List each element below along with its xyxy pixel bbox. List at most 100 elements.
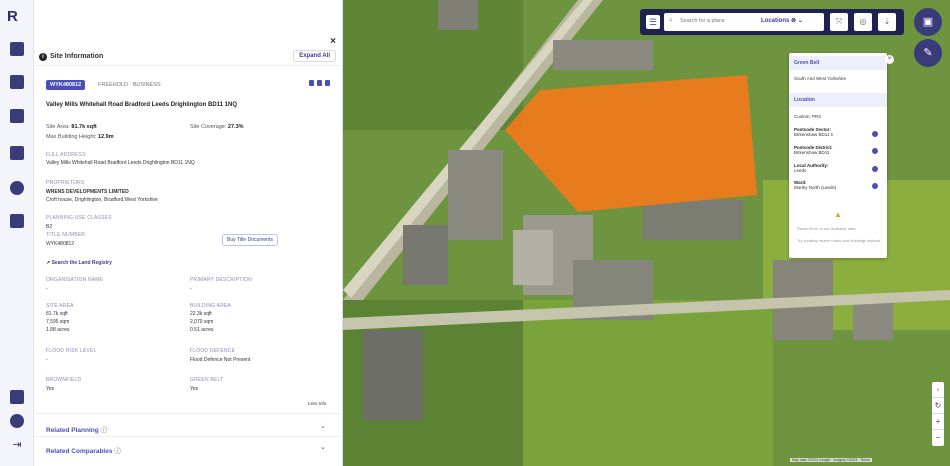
info-icon: ⓘ — [114, 448, 121, 455]
planning-use-value: B2 — [46, 224, 53, 230]
grid-view-icon[interactable]: ☰ — [646, 15, 660, 29]
close-panel-button[interactable]: × — [330, 36, 336, 47]
flood-risk-label: FLOOD RISK LEVEL — [46, 348, 97, 354]
related-planning-toggle[interactable]: Related Planning ⓘ — [46, 424, 107, 434]
play-icon[interactable] — [10, 390, 24, 404]
location-header: Location — [789, 93, 887, 107]
close-popup-button[interactable]: × — [885, 55, 894, 64]
buy-title-documents-button[interactable]: Buy Title Documents — [222, 234, 278, 246]
flood-defence-value: Flood Defence Not Present — [190, 357, 251, 363]
flood-risk-value: - — [46, 357, 48, 363]
site-address-title: Valley Mills Whitehall Road Bradford Lee… — [46, 102, 238, 108]
building-area-acres: 0.51 acres — [190, 327, 214, 333]
feedback-icon[interactable] — [10, 414, 24, 428]
map-attribution: Map data ©2024 Google · Imagery ©2024 · … — [790, 458, 872, 462]
green-belt-header: Green Belt — [789, 56, 887, 70]
locations-label: Locations — [761, 18, 790, 24]
less-info-button[interactable]: Less Info — [308, 401, 326, 406]
flood-defence-label: FLOOD DEFENCE — [190, 348, 236, 354]
info-icon[interactable] — [872, 166, 878, 172]
site-area2-sqm: 7,595 sqm — [46, 319, 70, 325]
document-icon[interactable] — [309, 80, 314, 86]
postcode-sector: Postcode Sector: Birkenshaw BD11 1 — [794, 127, 833, 137]
title-number-value: WYK480812 — [46, 241, 75, 247]
tenure-label: FREEHOLD · BUSINESS — [98, 82, 161, 88]
related-planning-label: Related Planning — [46, 427, 99, 434]
site-area-stat: Site Area: 81.7k sqft — [46, 124, 97, 130]
ward: Ward: Morley North (Leeds) — [794, 180, 836, 190]
divider — [34, 436, 343, 437]
green-belt-value: South And West Yorkshire — [794, 76, 846, 81]
app-logo[interactable]: R — [7, 8, 18, 25]
left-rail: R ⇥ — [0, 0, 34, 466]
site-area2-sqft: 81.7k sqft — [46, 311, 68, 317]
postcode-district: Postcode District: Birkenshaw BD11 — [794, 145, 833, 155]
divider — [34, 413, 343, 414]
camera-icon[interactable]: ▣ — [914, 8, 942, 36]
map-toolbar: ☰ ⌕ Locations ⊗ ⌄ ⤧ ◎ ⇣ — [640, 9, 904, 35]
local-authority-value: Leeds — [794, 168, 807, 173]
info-icon: i — [39, 53, 47, 61]
calendar-icon[interactable] — [10, 214, 24, 228]
chevron-down-icon[interactable]: ⌄ — [320, 443, 326, 451]
max-height-value: 12.9m — [97, 134, 114, 140]
rotate-icon[interactable]: ↻ — [932, 398, 944, 414]
primary-desc-label: PRIMARY DESCRIPTION — [190, 277, 252, 283]
layers-icon[interactable]: ◎ — [854, 13, 872, 31]
logout-icon[interactable]: ⇥ — [10, 438, 24, 452]
chevron-down-icon[interactable]: ⌄ — [320, 422, 326, 430]
info-icon[interactable] — [872, 148, 878, 154]
proprietors-label: PROPRIETORS — [46, 180, 85, 186]
ward-value: Morley North (Leeds) — [794, 185, 837, 190]
expand-all-button[interactable]: Expand All — [293, 50, 336, 62]
bell-icon[interactable] — [10, 181, 24, 195]
info-icon: ⓘ — [100, 427, 108, 434]
title-number-label: TITLE NUMBER — [46, 232, 86, 238]
info-icon[interactable] — [872, 131, 878, 137]
zoom-in-button[interactable]: + — [932, 414, 944, 430]
site-coverage-value: 27.3% — [227, 124, 244, 130]
locations-dropdown[interactable]: Locations ⊗ ⌄ — [761, 17, 803, 24]
pin-drop-icon[interactable]: ⇣ — [878, 13, 896, 31]
copy-icon[interactable] — [10, 75, 24, 89]
chevron-down-icon: ⌄ — [797, 18, 803, 24]
proprietor-name: WRENS DEVELOPMENTS LIMITED — [46, 189, 129, 195]
full-address-value: Valley Mills Whitehall Road Bradford Lee… — [46, 160, 195, 166]
max-height-stat: Max Building Height: 12.9m — [46, 134, 114, 140]
building-area-sqft: 22.3k sqft — [190, 311, 212, 317]
warning-hint: Try locating nearer roads and buildings … — [797, 238, 881, 243]
org-name-label: ORGANISATION NAME — [46, 277, 104, 283]
folder-icon[interactable] — [10, 146, 24, 160]
measure-icon[interactable]: ⤧ — [830, 13, 848, 31]
site-area2-label: SITE AREA — [46, 303, 74, 309]
pencil-icon[interactable]: ✎ — [914, 39, 942, 67]
site-area-label: Site Area: — [46, 124, 70, 130]
green-belt-value: Yes — [190, 386, 199, 392]
title-tag: WYK480812 — [46, 80, 86, 90]
compass-icon[interactable]: ◦ — [932, 382, 944, 398]
place-search-input[interactable] — [680, 18, 750, 24]
related-comparables-toggle[interactable]: Related Comparables ⓘ — [46, 445, 121, 455]
zoom-controls: ◦ ↻ + − — [932, 382, 944, 446]
full-address-label: FULL ADDRESS — [46, 152, 86, 158]
info-icon[interactable] — [872, 183, 878, 189]
zoom-out-button[interactable]: − — [932, 430, 944, 446]
map-pin-icon[interactable] — [10, 42, 24, 56]
download-icon[interactable] — [317, 80, 322, 86]
green-belt-label: GREEN BELT — [190, 377, 224, 383]
site-info-panel: × i Site Information Expand All WYK48081… — [34, 0, 343, 466]
warning-icon: ▲ — [834, 210, 842, 219]
layout-icon[interactable] — [10, 109, 24, 123]
planning-use-label: PLANNING USE CLASSES — [46, 215, 112, 221]
land-registry-link[interactable]: ↗ Search the Land Registry — [46, 260, 112, 266]
warning-text: Reach Error in our available data — [797, 226, 856, 231]
land-registry-label: Search the Land Registry — [51, 260, 112, 266]
building-area-label: BUILDING AREA — [190, 303, 231, 309]
building-area-sqm: 2,070 sqm — [190, 319, 214, 325]
copy-icon[interactable] — [325, 80, 330, 86]
clear-icon[interactable]: ⊗ — [791, 18, 796, 24]
postcode-sector-value: Birkenshaw BD11 1 — [794, 132, 834, 137]
document-actions — [306, 80, 330, 88]
related-comparables-label: Related Comparables — [46, 448, 113, 455]
place-search: ⌕ Locations ⊗ ⌄ — [664, 13, 824, 31]
